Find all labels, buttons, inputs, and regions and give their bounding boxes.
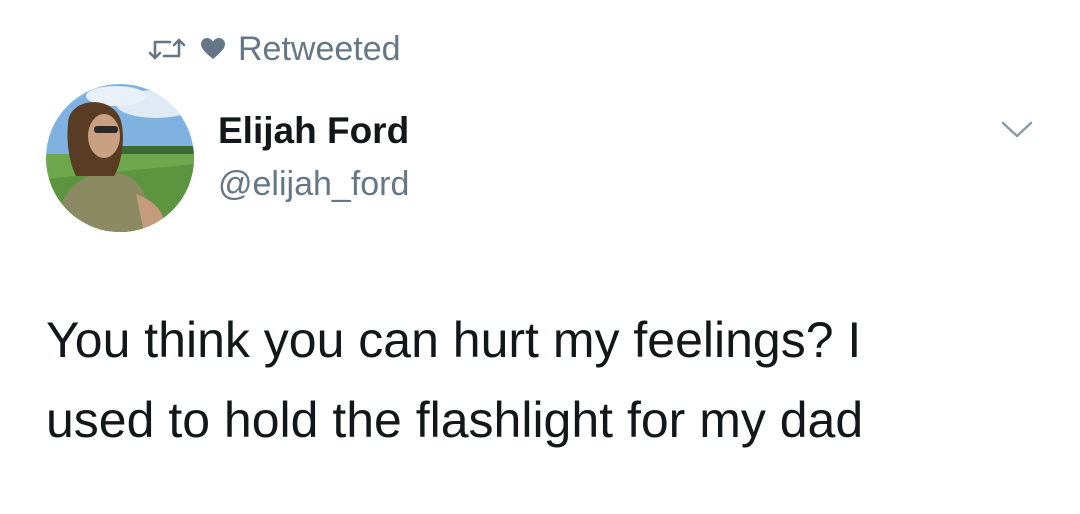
retweet-context: Retweeted — [148, 28, 401, 70]
retweeted-label: Retweeted — [238, 30, 401, 68]
retweet-icon — [148, 35, 186, 63]
tweet-text-line: You think you can hurt my feelings? I — [46, 312, 862, 368]
tweet-card[interactable]: Retweeted Elijah Ford @elijah_ford You t… — [0, 0, 1080, 514]
tweet-text-line: used to hold the flashlight for my dad — [46, 392, 864, 448]
author-name[interactable]: Elijah Ford — [218, 108, 409, 154]
heart-icon — [200, 37, 226, 61]
chevron-down-icon[interactable] — [1000, 118, 1034, 142]
avatar[interactable] — [46, 84, 194, 232]
tweet-text: You think you can hurt my feelings? I us… — [46, 300, 1056, 460]
author-handle[interactable]: @elijah_ford — [218, 162, 409, 206]
